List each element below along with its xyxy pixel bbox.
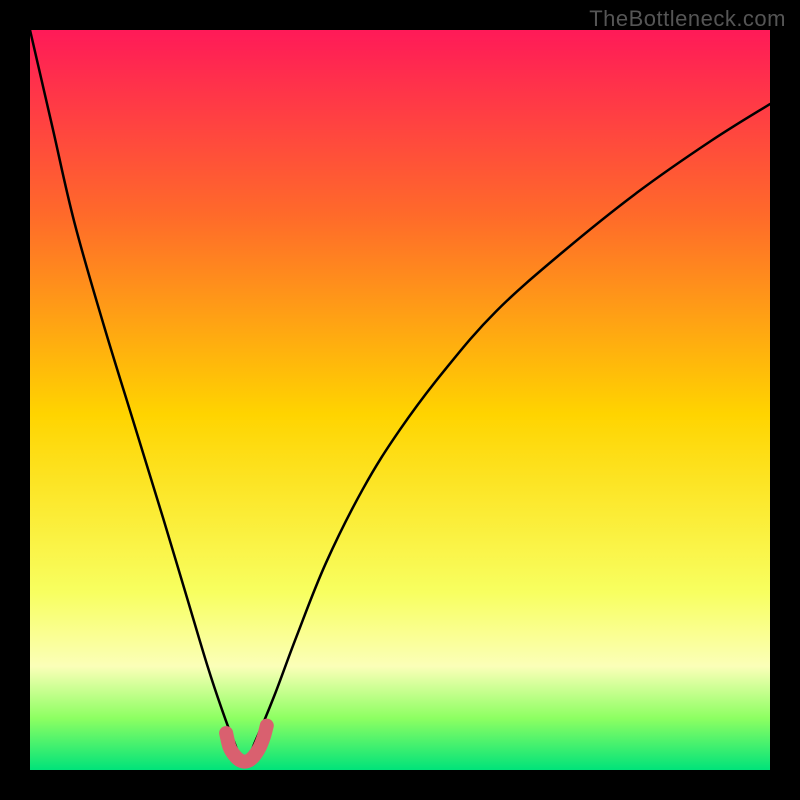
bottom-arc-path: [226, 726, 267, 762]
bottleneck-curve-path: [30, 30, 770, 763]
chart-plot-area: [30, 30, 770, 770]
watermark-text: TheBottleneck.com: [589, 6, 786, 32]
page-frame: TheBottleneck.com: [0, 0, 800, 800]
chart-svg: [30, 30, 770, 770]
